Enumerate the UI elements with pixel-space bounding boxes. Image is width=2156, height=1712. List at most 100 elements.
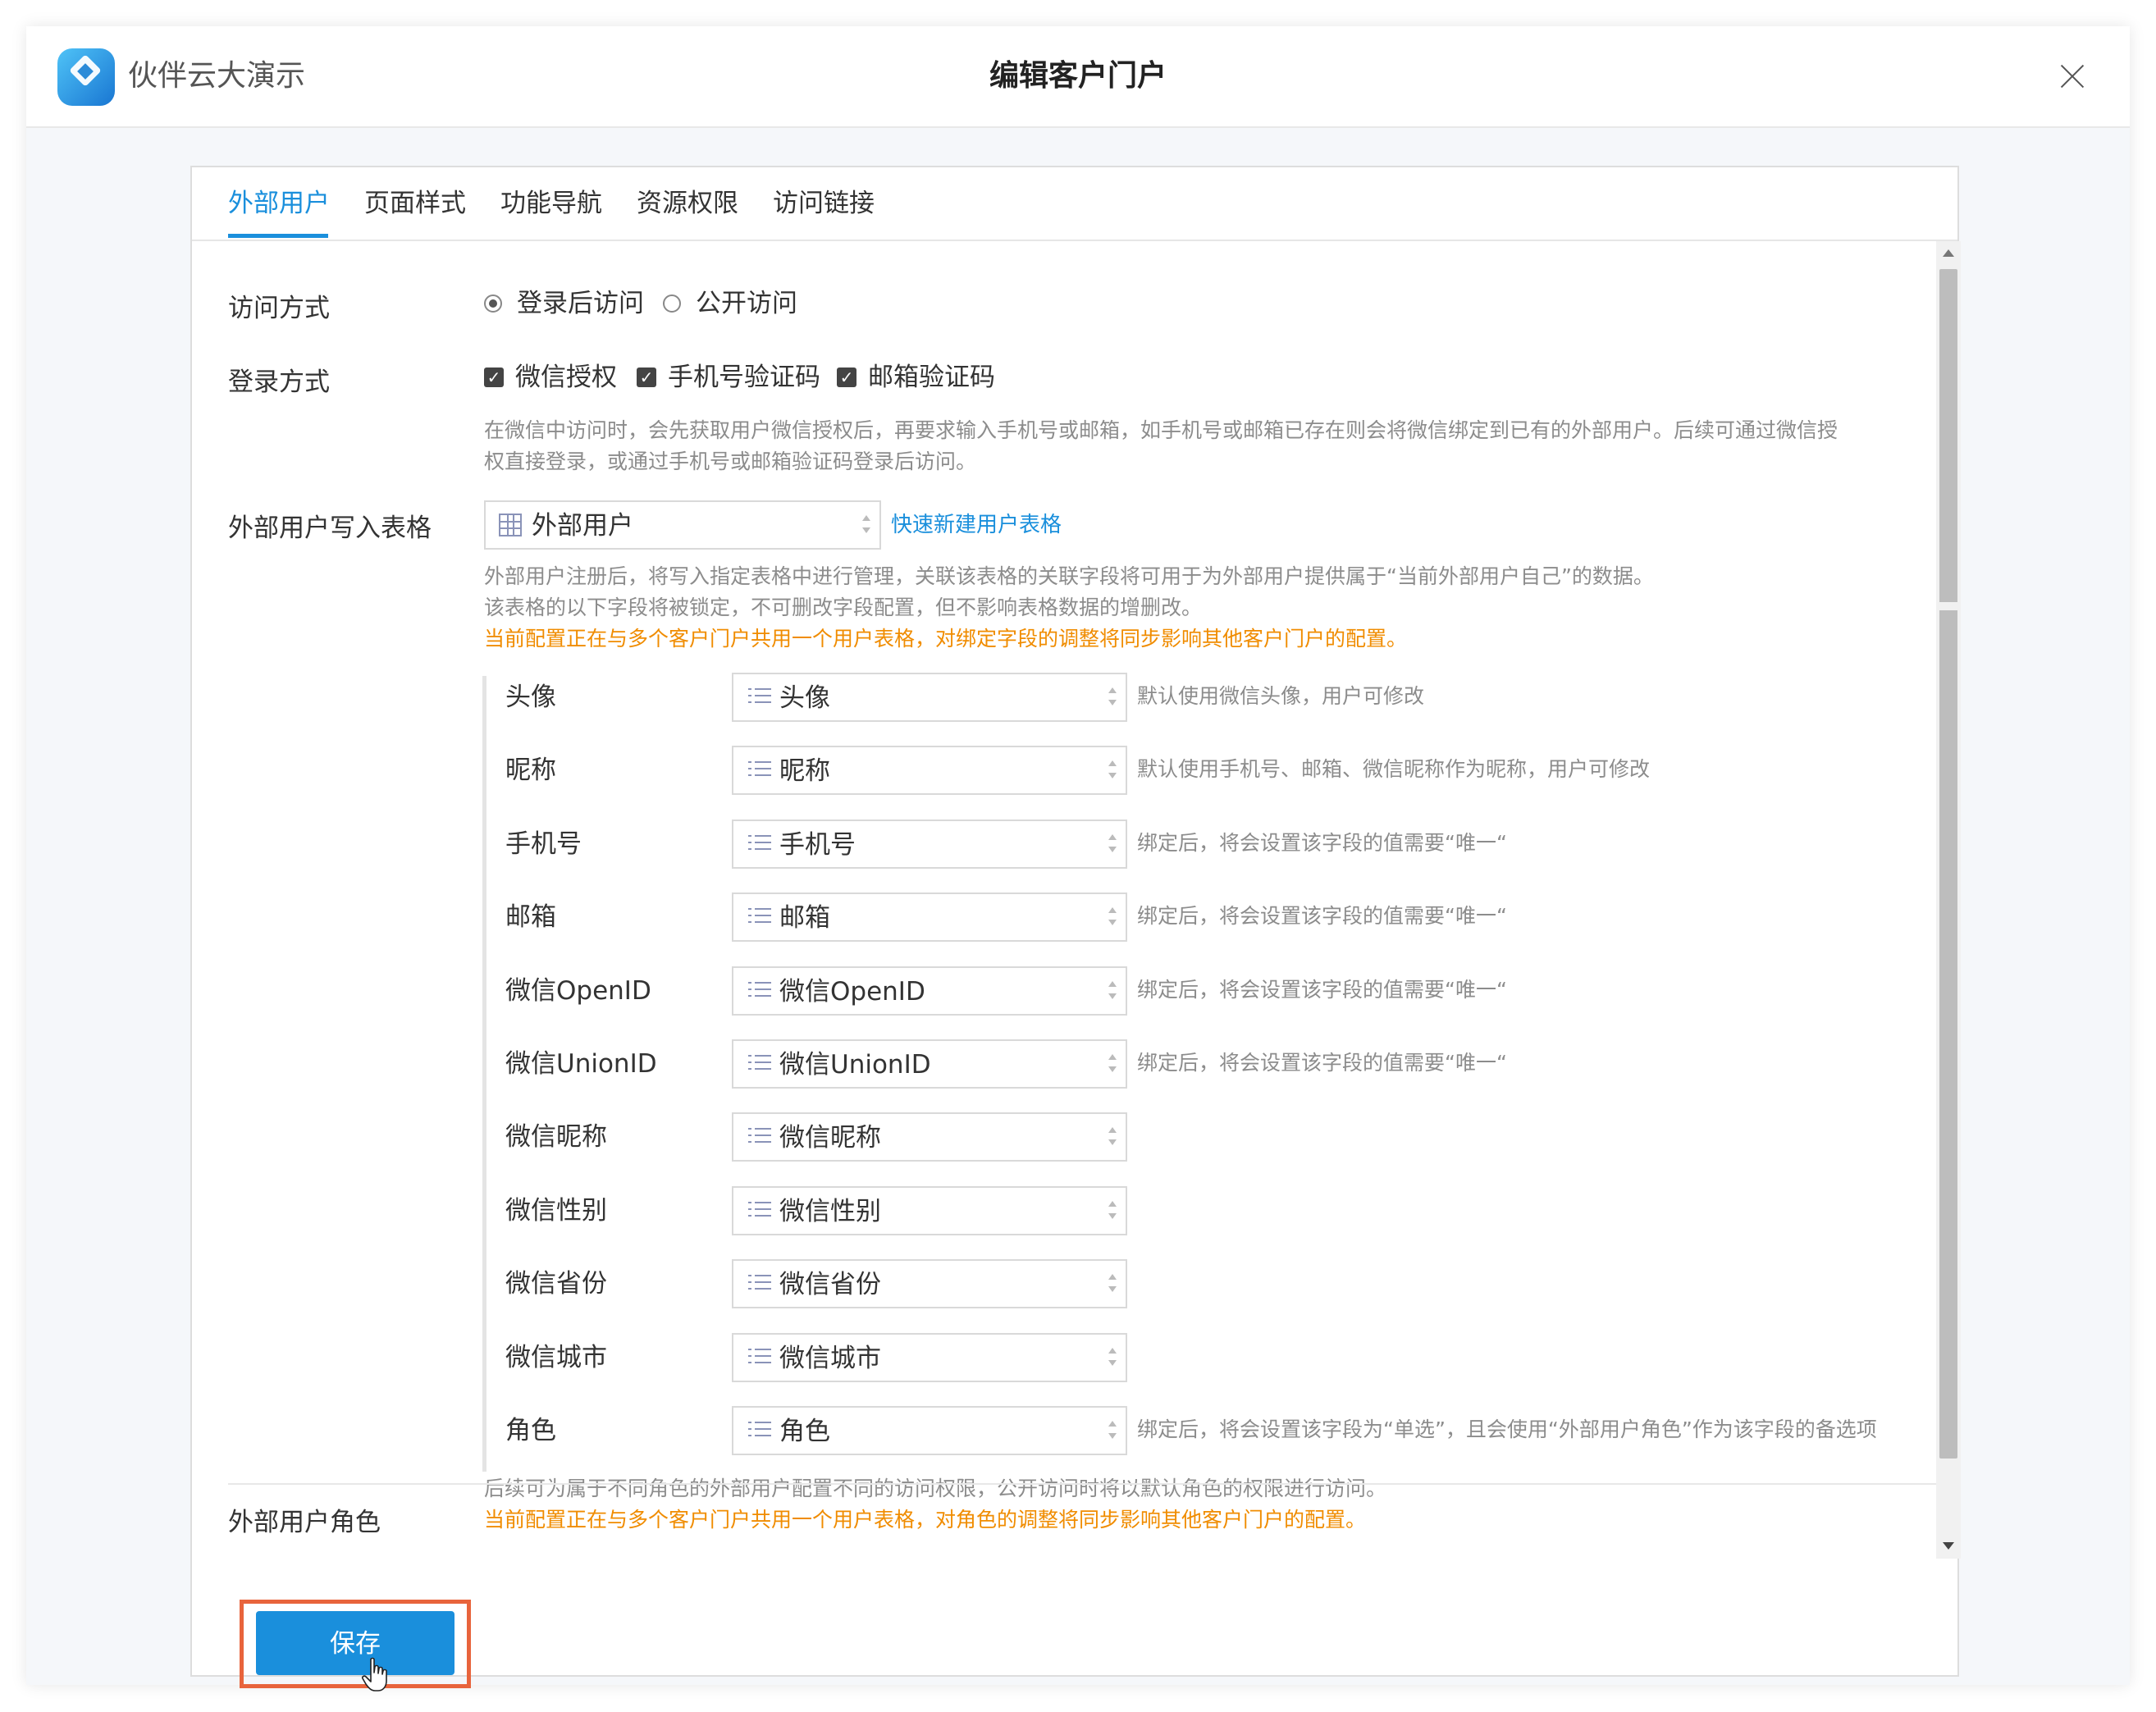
quick-create-table-link[interactable]: 快速新建用户表格 bbox=[891, 509, 1062, 541]
table-warning: 当前配置正在与多个客户门户共用一个用户表格，对绑定字段的调整将同步影响其他客户门… bbox=[484, 627, 1408, 651]
dialog-title: 编辑客户门户 bbox=[989, 59, 1167, 93]
login-mode-label: 登录方式 bbox=[228, 368, 330, 397]
select-arrows-icon bbox=[1108, 686, 1117, 710]
user-table-select[interactable]: 外部用户 bbox=[484, 500, 881, 550]
access-mode-label: 访问方式 bbox=[228, 294, 330, 323]
radio-login-access-label[interactable]: 登录后访问 bbox=[517, 285, 644, 322]
field-hint: 绑定后，将会设置该字段为“单选”，且会使用“外部用户角色”作为该字段的备选项 bbox=[1137, 1418, 1877, 1441]
field-label: 昵称 bbox=[505, 756, 556, 785]
field-mapping-select[interactable]: 微信城市 bbox=[732, 1333, 1127, 1382]
select-arrows-icon bbox=[1108, 759, 1117, 783]
table-icon bbox=[499, 514, 522, 536]
field-mapping-value: 头像 bbox=[779, 683, 830, 713]
select-arrows-icon bbox=[1108, 1346, 1117, 1371]
field-mapping-value: 昵称 bbox=[779, 756, 830, 786]
user-table-label: 外部用户写入表格 bbox=[228, 514, 432, 543]
field-mapping-value: 微信城市 bbox=[779, 1344, 881, 1373]
field-label: 手机号 bbox=[505, 829, 582, 859]
field-mapping-select[interactable]: 微信昵称 bbox=[732, 1112, 1127, 1162]
field-label: 微信城市 bbox=[505, 1343, 607, 1372]
select-arrows-icon bbox=[1108, 1052, 1117, 1077]
select-arrows-icon bbox=[861, 514, 871, 538]
field-mapping-value: 手机号 bbox=[779, 830, 856, 860]
title-bar: 伙伴云大演示 编辑客户门户 bbox=[26, 26, 2130, 128]
field-mapping-select[interactable]: 微信UnionID bbox=[732, 1039, 1127, 1089]
field-mapping-select[interactable]: 头像 bbox=[732, 673, 1127, 722]
login-hint-line2: 权直接登录，或通过手机号或邮箱验证码登录后访问。 bbox=[484, 450, 977, 473]
field-mapping-select[interactable]: 微信OpenID bbox=[732, 966, 1127, 1016]
list-icon bbox=[748, 1273, 771, 1294]
field-mapping-select[interactable]: 角色 bbox=[732, 1406, 1127, 1455]
checkbox-phone-code[interactable]: ✓ bbox=[637, 368, 656, 387]
field-hint: 绑定后，将会设置该字段的值需要“唯一“ bbox=[1137, 978, 1507, 1002]
field-mapping-value: 角色 bbox=[779, 1417, 830, 1446]
dialog-window: 伙伴云大演示 编辑客户门户 外部用户 页面样式 功能导航 资源权限 访问链接 访… bbox=[26, 26, 2130, 1691]
field-mapping-value: 微信性别 bbox=[779, 1197, 881, 1226]
field-mapping-select[interactable]: 微信性别 bbox=[732, 1186, 1127, 1235]
list-icon bbox=[748, 687, 771, 708]
field-mapping-value: 微信昵称 bbox=[779, 1123, 881, 1153]
field-mapping-value: 微信OpenID bbox=[779, 977, 925, 1007]
roles-warning: 当前配置正在与多个客户门户共用一个用户表格，对角色的调整将同步影响其他客户门户的… bbox=[484, 1508, 1367, 1532]
field-label: 邮箱 bbox=[505, 902, 556, 932]
checkbox-phone-code-label[interactable]: 手机号验证码 bbox=[668, 359, 820, 395]
table-hint-line2: 该表格的以下字段将被锁定，不可删改字段配置，但不影响表格数据的增删改。 bbox=[484, 596, 1203, 619]
tab-bar: 外部用户 页面样式 功能导航 资源权限 访问链接 bbox=[192, 167, 1957, 241]
radio-public-access[interactable] bbox=[663, 294, 681, 313]
scrollbar-thumb[interactable] bbox=[1939, 269, 1957, 1459]
user-table-select-value: 外部用户 bbox=[532, 511, 633, 541]
radio-public-access-label[interactable]: 公开访问 bbox=[696, 285, 797, 322]
tab-page-style[interactable]: 页面样式 bbox=[364, 184, 466, 223]
field-hint: 默认使用手机号、邮箱、微信昵称作为昵称，用户可修改 bbox=[1137, 757, 1651, 781]
checkbox-email-code-label[interactable]: 邮箱验证码 bbox=[868, 359, 995, 395]
field-label: 微信OpenID bbox=[505, 976, 651, 1006]
field-label: 头像 bbox=[505, 683, 556, 712]
list-icon bbox=[748, 980, 771, 1002]
tab-external-users[interactable]: 外部用户 bbox=[228, 184, 330, 223]
scroll-down-icon[interactable] bbox=[1943, 1542, 1954, 1550]
select-arrows-icon bbox=[1108, 979, 1117, 1004]
save-button[interactable]: 保存 bbox=[256, 1611, 454, 1675]
radio-login-access[interactable] bbox=[484, 294, 502, 313]
list-icon bbox=[748, 1126, 771, 1148]
select-arrows-icon bbox=[1108, 1272, 1117, 1297]
select-arrows-icon bbox=[1108, 1199, 1117, 1224]
list-icon bbox=[748, 906, 771, 928]
field-label: 微信UnionID bbox=[505, 1049, 657, 1079]
field-hint: 绑定后，将会设置该字段的值需要“唯一“ bbox=[1137, 904, 1507, 928]
checkbox-wechat-auth-label[interactable]: 微信授权 bbox=[515, 359, 617, 395]
vertical-scrollbar[interactable] bbox=[1936, 241, 1961, 1559]
field-mapping-select[interactable]: 昵称 bbox=[732, 746, 1127, 795]
checkbox-wechat-auth[interactable]: ✓ bbox=[484, 368, 504, 387]
footer-divider bbox=[228, 1483, 1936, 1485]
scroll-up-icon[interactable] bbox=[1943, 249, 1954, 257]
field-hint: 绑定后，将会设置该字段的值需要“唯一“ bbox=[1137, 1051, 1507, 1075]
close-icon[interactable] bbox=[2058, 62, 2086, 90]
hand-cursor-icon bbox=[362, 1657, 387, 1691]
field-label: 微信性别 bbox=[505, 1196, 607, 1226]
list-icon bbox=[748, 760, 771, 781]
field-label: 角色 bbox=[505, 1416, 556, 1445]
roles-hint: 后续可为属于不同角色的外部用户配置不同的访问权限，公开访问时将以默认角色的权限进… bbox=[484, 1477, 1387, 1500]
field-mapping-select[interactable]: 邮箱 bbox=[732, 893, 1127, 942]
list-icon bbox=[748, 833, 771, 855]
list-icon bbox=[748, 1200, 771, 1221]
field-mapping-select[interactable]: 手机号 bbox=[732, 819, 1127, 869]
select-arrows-icon bbox=[1108, 833, 1117, 857]
tab-resource-permissions[interactable]: 资源权限 bbox=[637, 184, 738, 223]
field-mapping-value: 微信省份 bbox=[779, 1270, 881, 1299]
field-label: 微信昵称 bbox=[505, 1122, 607, 1152]
field-mapping-value: 微信UnionID bbox=[779, 1050, 931, 1080]
field-mapping-value: 邮箱 bbox=[779, 903, 830, 933]
login-hint-line1: 在微信中访问时，会先获取用户微信授权后，再要求输入手机号或邮箱，如手机号或邮箱已… bbox=[484, 418, 1839, 442]
tab-content: 访问方式 登录后访问 公开访问 登录方式 ✓ 微信授权 ✓ 手机号验证码 ✓ 邮… bbox=[192, 241, 1957, 1554]
select-arrows-icon bbox=[1108, 1419, 1117, 1444]
tab-navigation[interactable]: 功能导航 bbox=[500, 184, 602, 223]
checkbox-email-code[interactable]: ✓ bbox=[837, 368, 856, 387]
settings-panel: 外部用户 页面样式 功能导航 资源权限 访问链接 访问方式 登录后访问 公开访问… bbox=[190, 166, 1961, 1677]
tab-access-link[interactable]: 访问链接 bbox=[773, 184, 875, 223]
field-label: 微信省份 bbox=[505, 1269, 607, 1299]
field-hint: 默认使用微信头像，用户可修改 bbox=[1137, 684, 1425, 708]
roles-label: 外部用户角色 bbox=[228, 1508, 381, 1537]
field-mapping-select[interactable]: 微信省份 bbox=[732, 1259, 1127, 1308]
